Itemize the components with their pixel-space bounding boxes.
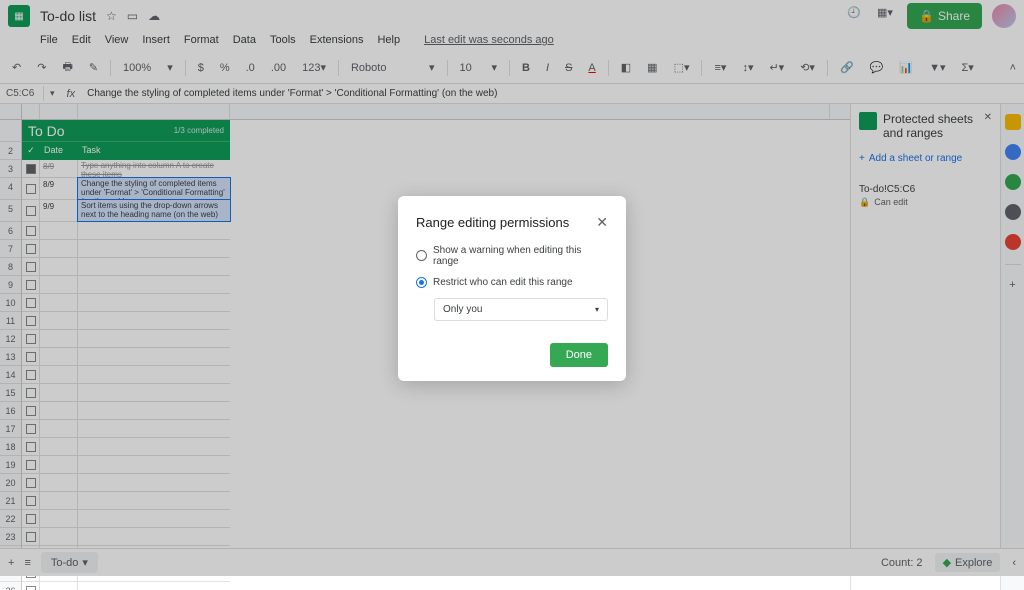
radio-icon xyxy=(416,277,427,288)
modal-overlay: Range editing permissions ✕ Show a warni… xyxy=(0,0,1024,576)
task-cell[interactable] xyxy=(78,582,230,590)
permissions-dialog: Range editing permissions ✕ Show a warni… xyxy=(398,196,626,381)
done-button[interactable]: Done xyxy=(550,343,608,367)
radio-restrict-label: Restrict who can edit this range xyxy=(433,277,573,288)
chevron-down-icon: ▾ xyxy=(595,305,599,314)
row-header[interactable]: 26 xyxy=(0,582,21,590)
date-cell[interactable] xyxy=(40,582,78,590)
table-row[interactable] xyxy=(22,582,230,590)
radio-warning-label: Show a warning when editing this range xyxy=(433,245,608,267)
radio-icon xyxy=(416,250,427,261)
radio-restrict[interactable]: Restrict who can edit this range xyxy=(416,277,608,288)
checkbox[interactable] xyxy=(26,586,36,590)
select-value: Only you xyxy=(443,304,482,315)
radio-warning[interactable]: Show a warning when editing this range xyxy=(416,245,608,267)
permission-select[interactable]: Only you ▾ xyxy=(434,298,608,321)
dialog-title: Range editing permissions xyxy=(416,215,569,230)
dialog-close-icon[interactable]: ✕ xyxy=(596,214,608,231)
